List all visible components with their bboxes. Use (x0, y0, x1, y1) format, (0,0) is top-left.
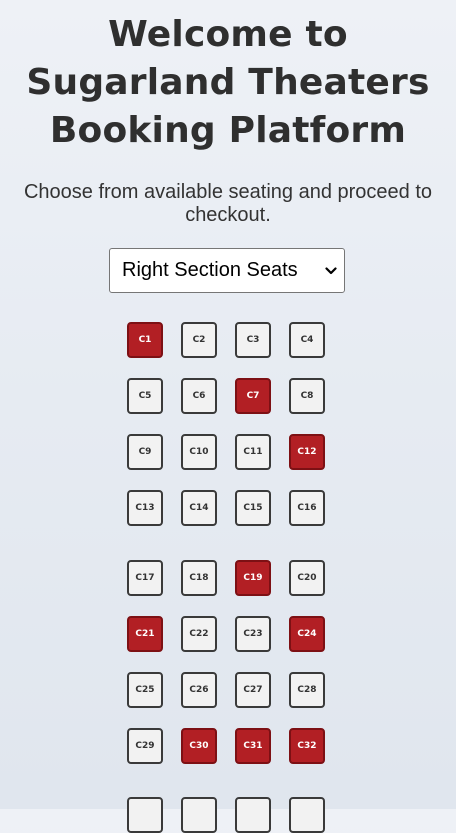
seat-button[interactable]: C13 (127, 490, 163, 526)
seat-button[interactable]: C4 (289, 322, 325, 358)
seat-button[interactable]: C22 (181, 616, 217, 652)
seat-button[interactable]: C29 (127, 728, 163, 764)
seat-button[interactable]: C14 (181, 490, 217, 526)
seat-button[interactable]: C15 (235, 490, 271, 526)
seat-button[interactable]: C16 (289, 490, 325, 526)
seat-button[interactable]: C31 (235, 728, 271, 764)
seat-button[interactable]: C11 (235, 434, 271, 470)
seat-button[interactable]: C20 (289, 560, 325, 596)
seat-button[interactable]: C5 (127, 378, 163, 414)
seat-button[interactable]: C19 (235, 560, 271, 596)
seat-button[interactable]: C10 (181, 434, 217, 470)
seat-button[interactable]: C3 (235, 322, 271, 358)
seat-button[interactable]: C23 (235, 616, 271, 652)
seat-button[interactable]: C32 (289, 728, 325, 764)
seat-map: C1 C2 C3 C4 C5 C6 C7 C8 C9 C10 C11 C12 C13 C14 C15 C16 C… (0, 0, 456, 833)
seat-button[interactable]: C2 (181, 322, 217, 358)
seat-button[interactable]: C25 (127, 672, 163, 708)
booking-page: Welcome to Sugarland Theaters Booking Pl… (0, 0, 456, 833)
seat-button[interactable]: C28 (289, 672, 325, 708)
seat-button[interactable]: C12 (289, 434, 325, 470)
seat-button[interactable] (235, 797, 271, 833)
seat-button[interactable]: C8 (289, 378, 325, 414)
seat-button[interactable]: C21 (127, 616, 163, 652)
seat-button[interactable]: C7 (235, 378, 271, 414)
seat-button[interactable]: C26 (181, 672, 217, 708)
seat-button[interactable]: C27 (235, 672, 271, 708)
seat-button[interactable]: C30 (181, 728, 217, 764)
seat-button[interactable] (181, 797, 217, 833)
seat-button[interactable]: C6 (181, 378, 217, 414)
seat-button[interactable] (289, 797, 325, 833)
seat-button[interactable]: C18 (181, 560, 217, 596)
seat-button[interactable]: C17 (127, 560, 163, 596)
seat-button[interactable]: C9 (127, 434, 163, 470)
seat-button[interactable] (127, 797, 163, 833)
seat-button[interactable]: C24 (289, 616, 325, 652)
seat-button[interactable]: C1 (127, 322, 163, 358)
